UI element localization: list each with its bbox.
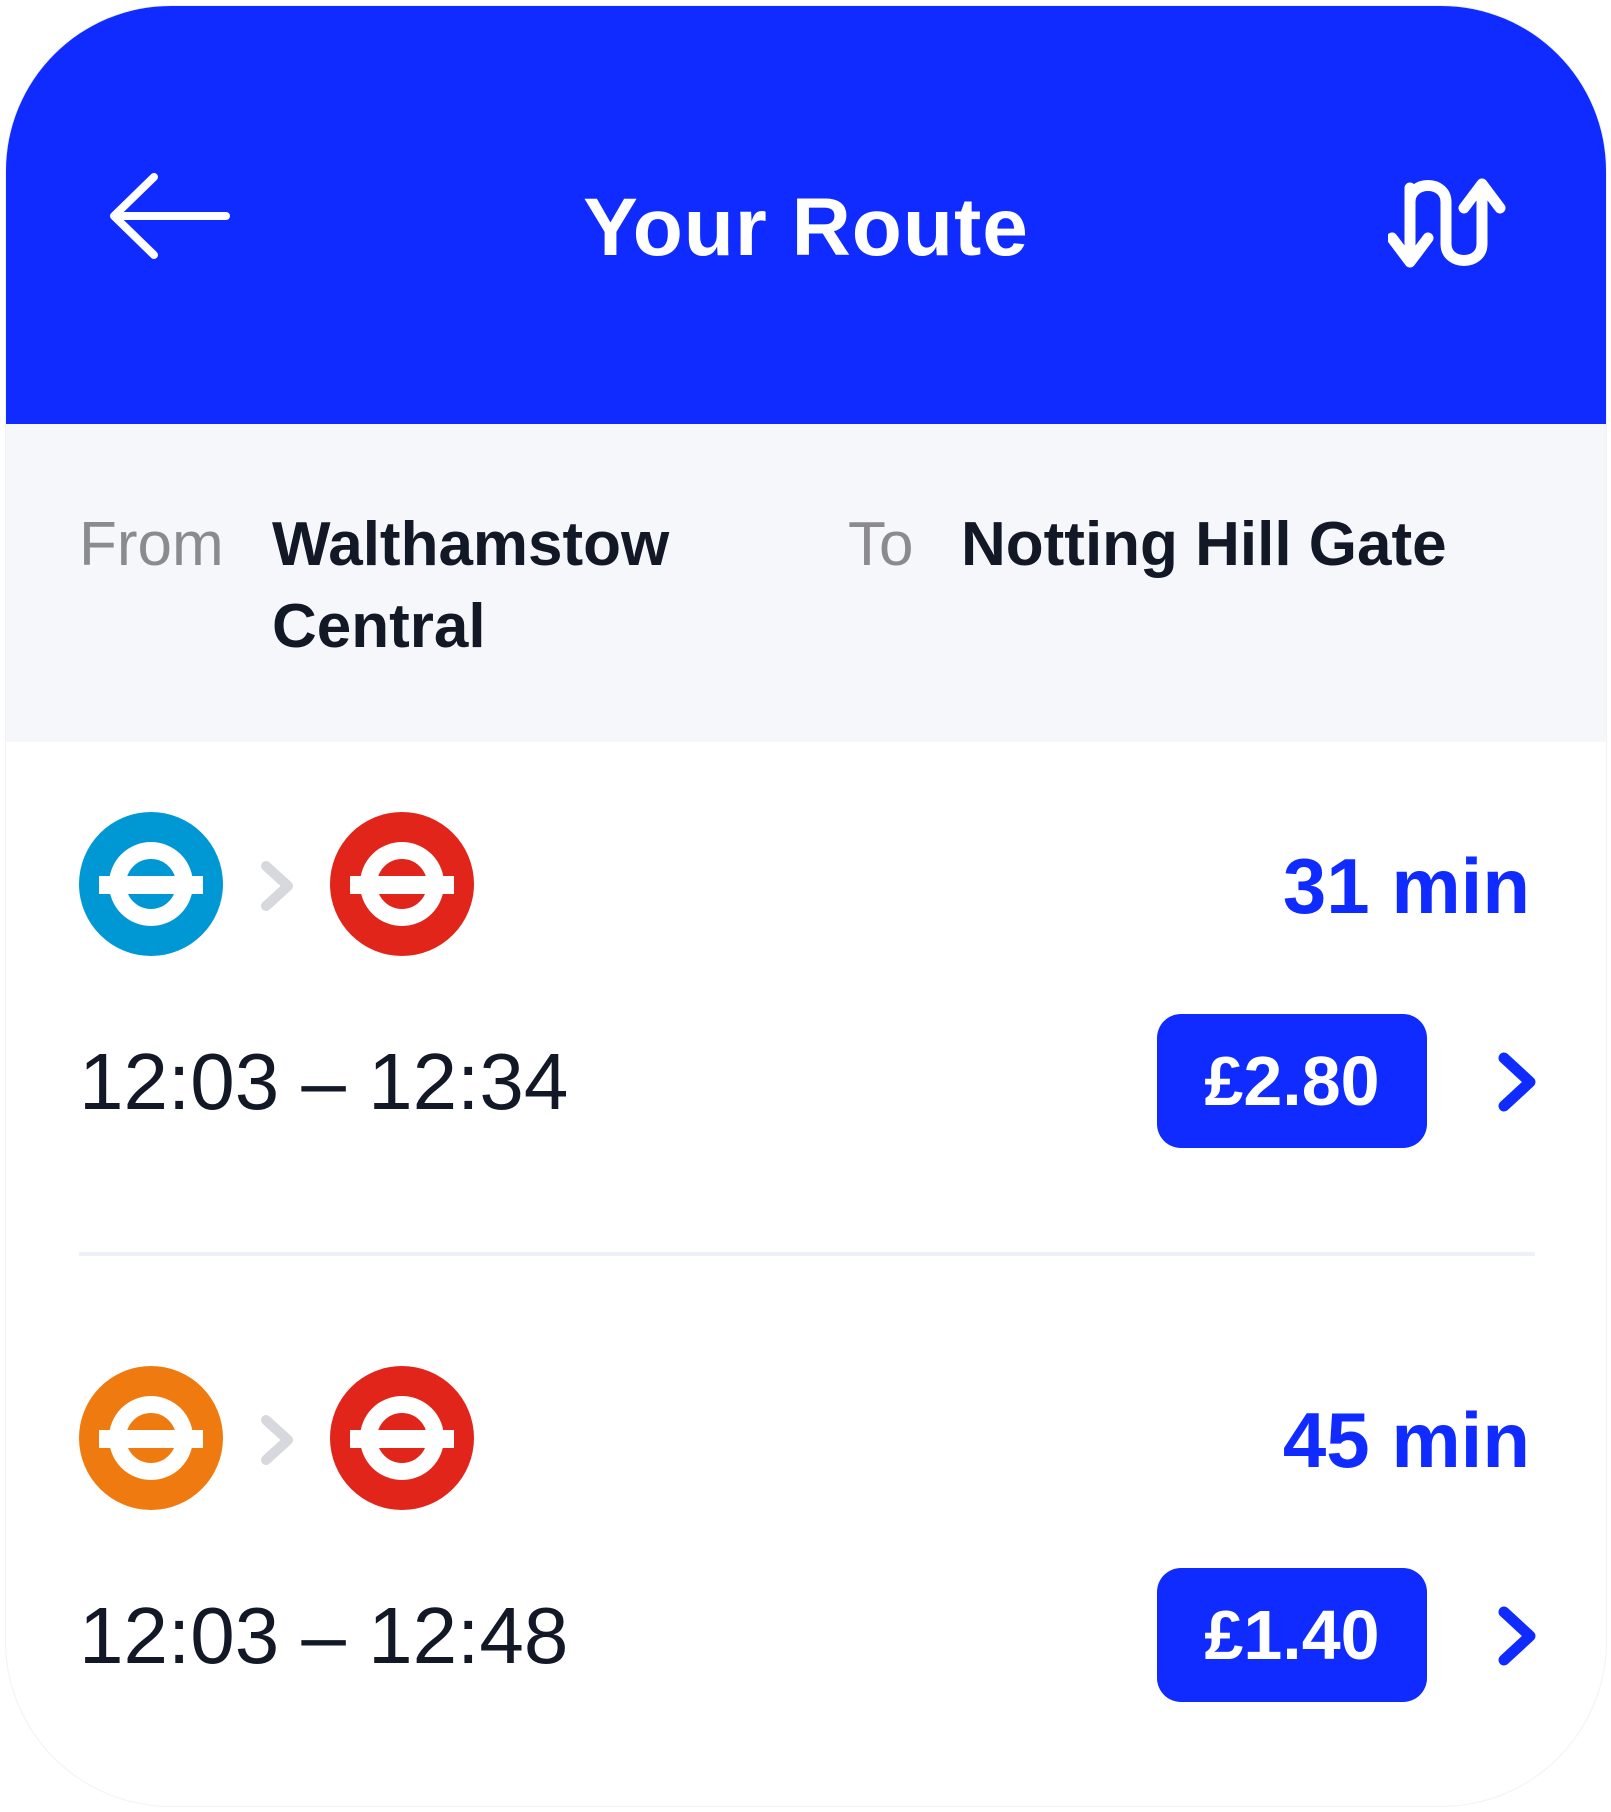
underground-roundel-icon bbox=[330, 1366, 474, 1510]
route-duration: 31 min bbox=[1282, 842, 1530, 930]
chevron-right-icon bbox=[256, 1414, 300, 1466]
route-option[interactable]: 45 min 12:03 – 12:48 £1.40 bbox=[6, 1296, 1606, 1796]
underground-roundel-icon bbox=[79, 1366, 223, 1510]
chevron-right-icon bbox=[256, 860, 300, 912]
underground-roundel-icon bbox=[79, 812, 223, 956]
origin-destination-panel: From Walthamstow Central To Notting Hill… bbox=[6, 424, 1606, 742]
price-badge: £1.40 bbox=[1157, 1568, 1427, 1702]
route-times: 12:03 – 12:34 bbox=[79, 1037, 569, 1126]
route-screen: Your Route From Walthamstow Central To N… bbox=[6, 6, 1606, 1806]
route-duration: 45 min bbox=[1282, 1396, 1530, 1484]
page-title: Your Route bbox=[583, 182, 1029, 273]
divider bbox=[79, 1252, 1535, 1256]
to-station[interactable]: Notting Hill Gate bbox=[961, 504, 1581, 586]
from-label: From bbox=[79, 510, 224, 579]
route-times: 12:03 – 12:48 bbox=[79, 1591, 569, 1680]
from-station[interactable]: Walthamstow Central bbox=[272, 504, 792, 668]
chevron-right-icon[interactable] bbox=[1494, 1604, 1542, 1668]
to-label: To bbox=[848, 510, 914, 579]
swap-direction-button[interactable] bbox=[1388, 174, 1508, 274]
underground-roundel-icon bbox=[330, 812, 474, 956]
header-bar: Your Route bbox=[6, 6, 1606, 424]
chevron-right-icon[interactable] bbox=[1494, 1050, 1542, 1114]
route-option[interactable]: 31 min 12:03 – 12:34 £2.80 bbox=[6, 742, 1606, 1242]
swap-direction-icon bbox=[1388, 178, 1506, 268]
price-badge: £2.80 bbox=[1157, 1014, 1427, 1148]
